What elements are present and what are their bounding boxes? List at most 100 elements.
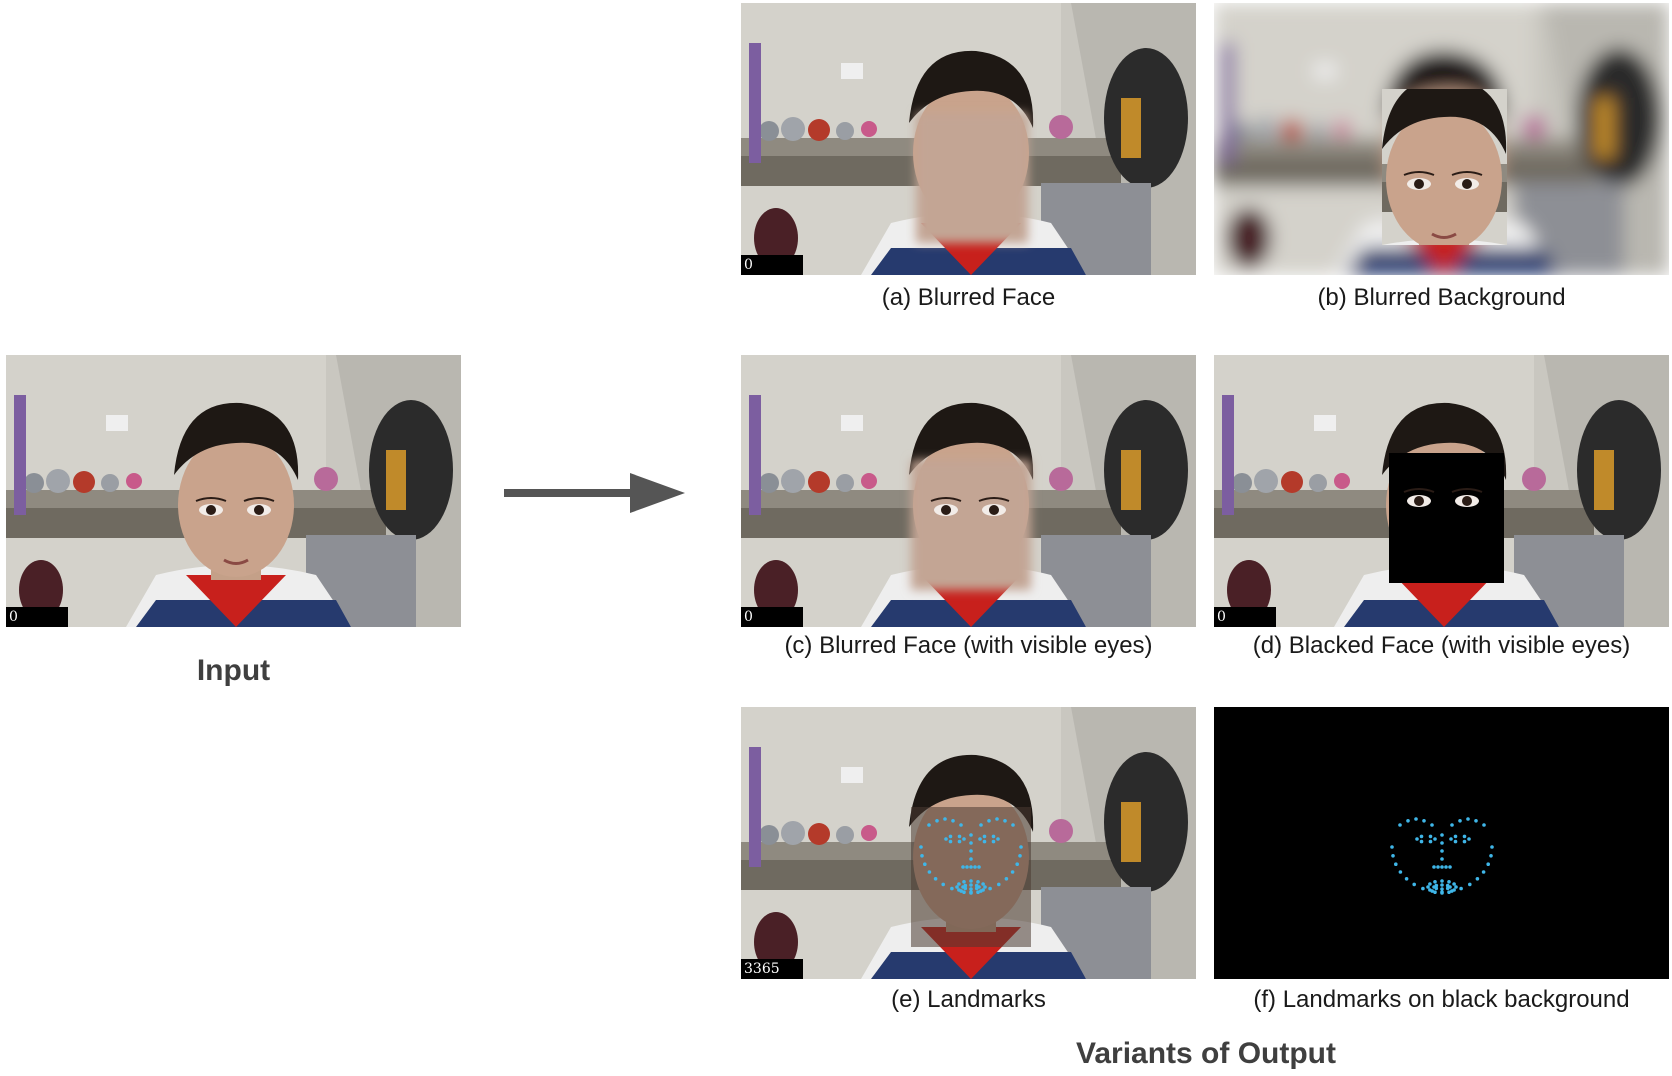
landmark-point xyxy=(1019,845,1023,849)
landmark-point xyxy=(923,862,927,866)
landmark-point xyxy=(982,834,987,839)
landmark-point xyxy=(1434,883,1439,888)
landmark-point xyxy=(1003,819,1007,823)
landmark-point xyxy=(974,883,979,888)
landmark-point xyxy=(1440,841,1444,845)
landmark-point xyxy=(1433,837,1437,841)
landmark-point xyxy=(1440,879,1444,883)
landmark-point xyxy=(1450,823,1454,827)
caption-c: (c) Blurred Face (with visible eyes) xyxy=(784,632,1153,659)
landmark-point xyxy=(1428,839,1433,844)
landmark-point xyxy=(1475,877,1480,881)
arrow-icon xyxy=(504,473,685,513)
landmark-point xyxy=(948,834,953,839)
caption-a: (a) Blurred Face xyxy=(881,284,1056,311)
landmark-point xyxy=(1440,891,1444,895)
landmark-point xyxy=(1436,865,1440,869)
landmark-point xyxy=(969,883,973,887)
landmark-point xyxy=(1468,882,1472,887)
landmark-point xyxy=(1452,888,1456,892)
landmark-point xyxy=(1412,882,1416,887)
landmark-point xyxy=(1428,834,1433,839)
landmark-point xyxy=(969,865,973,869)
landmark-point xyxy=(969,833,973,837)
landmark-point xyxy=(979,823,983,827)
landmark-point xyxy=(927,870,932,874)
landmark-point xyxy=(1489,854,1493,858)
landmark-point xyxy=(977,865,981,869)
landmark-point xyxy=(1459,886,1463,891)
landmark-point xyxy=(927,823,931,827)
landmark-point xyxy=(965,865,969,869)
landmark-point xyxy=(1440,887,1444,891)
landmark-point xyxy=(1433,880,1437,884)
landmark-point xyxy=(1448,865,1452,869)
landmark-point xyxy=(969,841,973,845)
frame-counter: 0 xyxy=(1214,607,1276,627)
variant-blurred-face-eyes: 0 xyxy=(741,355,1196,627)
variant-blurred-background xyxy=(1214,3,1669,275)
landmark-point xyxy=(962,890,966,894)
landmark-point xyxy=(988,886,992,891)
landmark-point xyxy=(1490,845,1494,849)
output-group-label: Variants of Output xyxy=(1075,1037,1336,1070)
landmark-point xyxy=(969,879,973,883)
landmark-point xyxy=(933,877,938,881)
landmark-point xyxy=(1440,857,1444,861)
landmark-point xyxy=(955,885,959,889)
landmark-point xyxy=(1452,882,1456,886)
landmark-point xyxy=(1482,823,1486,827)
landmark-point xyxy=(935,819,939,823)
caption-e: (e) Landmarks xyxy=(891,986,1046,1013)
landmark-point xyxy=(1440,833,1444,837)
landmark-point xyxy=(1404,877,1409,881)
frame-counter: 0 xyxy=(741,255,803,275)
landmark-point xyxy=(996,837,1000,841)
caption-f: (f) Landmarks on black background xyxy=(1253,986,1630,1013)
landmark-point xyxy=(1440,883,1444,887)
caption-b: (b) Blurred Background xyxy=(1317,284,1566,311)
landmark-point xyxy=(1447,890,1451,894)
landmark-point xyxy=(1458,819,1462,823)
landmark-point xyxy=(1428,882,1432,886)
landmark-point xyxy=(1419,834,1424,839)
landmark-point xyxy=(1419,839,1424,844)
landmark-point xyxy=(941,882,945,887)
landmark-point xyxy=(1391,854,1395,858)
landmark-point xyxy=(1430,823,1434,827)
landmark-point xyxy=(1467,837,1471,841)
landmark-point xyxy=(1010,870,1015,874)
landmark-point xyxy=(1440,849,1444,853)
landmark-point xyxy=(997,882,1001,887)
landmark-point xyxy=(957,834,962,839)
landmark-point xyxy=(1398,823,1402,827)
landmark-point xyxy=(1004,877,1009,881)
variant-landmarks: 3365 xyxy=(741,707,1196,979)
landmark-point xyxy=(1390,845,1394,849)
input-label: Input xyxy=(196,654,271,687)
landmark-point xyxy=(1011,823,1015,827)
landmark-point xyxy=(944,837,948,841)
landmark-point xyxy=(1447,880,1451,884)
landmark-point xyxy=(957,839,962,844)
landmark-point xyxy=(1414,817,1418,821)
landmark-point xyxy=(1486,862,1490,866)
landmark-point xyxy=(1444,865,1448,869)
landmark-point xyxy=(1415,837,1419,841)
landmark-point xyxy=(969,887,973,891)
landmark-point xyxy=(1394,862,1398,866)
landmark-point xyxy=(951,819,955,823)
landmark-point xyxy=(1481,870,1486,874)
frame-counter: 0 xyxy=(741,607,803,627)
landmark-point xyxy=(969,891,973,895)
landmark-point xyxy=(976,890,980,894)
landmark-point xyxy=(1462,834,1467,839)
landmark-point xyxy=(948,839,953,844)
landmark-point xyxy=(976,880,980,884)
frame-counter: 0 xyxy=(6,607,68,627)
landmark-point xyxy=(1453,839,1458,844)
caption-d: (d) Blacked Face (with visible eyes) xyxy=(1252,632,1631,659)
landmark-point xyxy=(1449,837,1453,841)
landmark-point xyxy=(943,817,947,821)
landmark-point xyxy=(919,845,923,849)
